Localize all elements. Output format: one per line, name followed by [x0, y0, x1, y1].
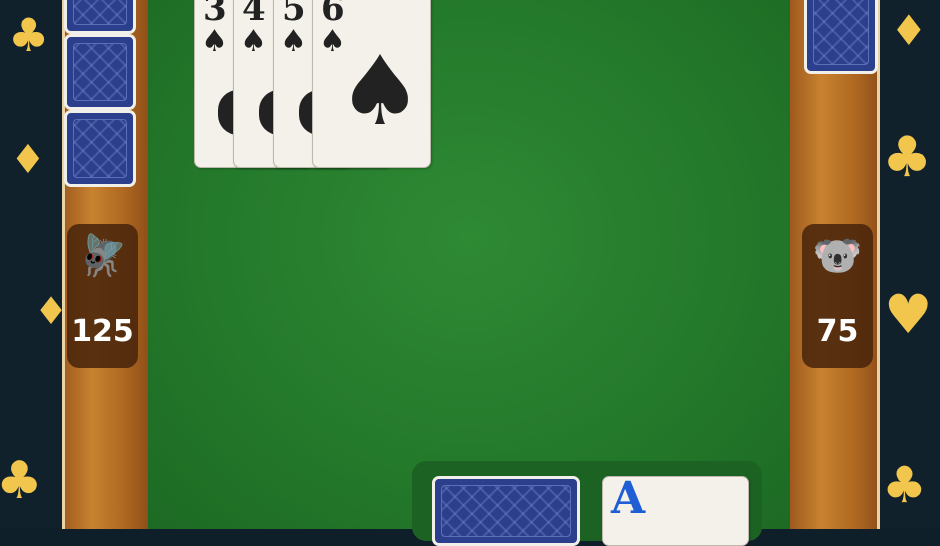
right-player-score: 75 [816, 314, 859, 349]
card-rank: A [611, 473, 646, 524]
right-player-card-back [804, 0, 878, 74]
left-decor-panel: ♣ ♦ ♦ ♣ [0, 0, 62, 529]
left-player-card-back [64, 34, 136, 110]
club-icon: ♣ [8, 8, 50, 62]
left-player-badge[interactable]: 🪰 125 [67, 224, 138, 368]
koala-icon: 🐨 [812, 233, 863, 279]
club-icon: ♣ [0, 451, 43, 511]
heart-icon: ♥ [884, 283, 933, 346]
right-player-badge[interactable]: 🐨 75 [802, 224, 873, 368]
left-player-score: 125 [71, 314, 134, 349]
spade-icon [299, 90, 312, 135]
spade-icon: ♠ [240, 24, 267, 59]
spade-icon [259, 90, 273, 135]
diamond-icon: ♦ [10, 137, 46, 183]
stock-pile[interactable] [432, 476, 580, 546]
diamond-icon: ♦ [34, 289, 62, 333]
spade-icon: ♠ [201, 24, 228, 59]
spade-icon: ♠ [280, 24, 307, 59]
rail-edge [877, 0, 880, 529]
spade-icon [218, 90, 233, 135]
playing-card[interactable]: A [602, 473, 749, 546]
diamond-icon: ♦ [890, 6, 928, 55]
right-decor-panel: ♦ ♣ ♥ ♣ [880, 0, 940, 529]
left-player-card-back [64, 110, 136, 187]
left-player-card-back [64, 0, 136, 34]
club-icon: ♣ [882, 125, 933, 190]
playing-card[interactable]: 6 ♠ ♠ [312, 0, 431, 168]
spade-icon: ♠ [337, 35, 424, 147]
fly-icon: 🪰 [77, 233, 128, 279]
club-icon: ♣ [882, 456, 927, 514]
